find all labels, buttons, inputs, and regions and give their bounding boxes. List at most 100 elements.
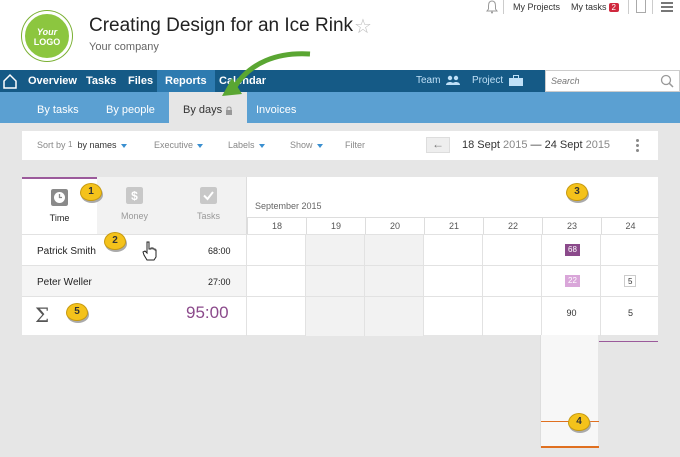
labels-dropdown[interactable]: Labels (228, 140, 265, 150)
home-icon[interactable] (0, 70, 20, 92)
total-cell (305, 297, 364, 336)
bell-icon[interactable] (485, 0, 499, 14)
report-grid: Time $ Money Tasks September 2015 18 19 … (22, 177, 659, 336)
bookmark-icon[interactable] (636, 0, 646, 13)
day-cell[interactable]: 22 (541, 266, 600, 297)
month-label: September 2015 (255, 201, 322, 211)
chevron-down-icon (316, 143, 323, 148)
day-header: 23 (542, 217, 601, 234)
day-cell[interactable] (246, 235, 305, 266)
day-header: 22 (483, 217, 542, 234)
team-icon (446, 75, 461, 85)
filter-bar: Sort by 1 by names Executive Labels Show… (22, 131, 658, 160)
nav-reports[interactable]: Reports (157, 70, 215, 92)
clock-icon (51, 189, 68, 206)
calendar-header: September 2015 18 19 20 21 22 23 24 (246, 177, 659, 234)
hours-chip[interactable]: 22 (565, 275, 580, 287)
checkbox-icon (200, 187, 217, 204)
column-marker (599, 341, 658, 342)
app-header: Your LOGO Creating Design for an Ice Rin… (0, 0, 680, 70)
day-cell[interactable] (482, 235, 541, 266)
briefcase-icon (508, 74, 523, 86)
search-input[interactable] (546, 71, 656, 91)
hamburger-menu-icon[interactable] (661, 2, 673, 14)
tasks-count-badge: 2 (608, 3, 619, 12)
day-cell[interactable] (305, 235, 364, 266)
person-name: Patrick Smith (37, 246, 96, 257)
chevron-down-icon (120, 143, 127, 148)
mode-switcher: Time $ Money Tasks (22, 177, 246, 234)
total-hours: 95:00 (186, 303, 229, 322)
callout-badge: 1 (80, 183, 102, 201)
filter-button[interactable]: Filter (345, 140, 365, 150)
nav-files[interactable]: Files (120, 70, 161, 92)
page-title: Creating Design for an Ice Rink (89, 15, 354, 36)
mode-tasks[interactable]: Tasks (171, 177, 246, 234)
show-dropdown[interactable]: Show (290, 140, 323, 150)
tab-by-tasks[interactable]: By tasks (37, 92, 79, 123)
team-link[interactable]: Team (416, 70, 461, 92)
nav-tasks[interactable]: Tasks (78, 70, 124, 92)
hours-chip[interactable]: 68 (565, 244, 580, 256)
tab-by-people[interactable]: By people (106, 92, 155, 123)
green-arrow-annotation (222, 51, 311, 96)
day-cell[interactable] (423, 235, 482, 266)
divider (628, 0, 629, 14)
my-tasks-link[interactable]: My tasks 2 (571, 2, 619, 12)
day-cell[interactable] (246, 266, 305, 297)
search-box (545, 70, 680, 92)
day-cell[interactable] (364, 235, 423, 266)
chevron-down-icon (258, 143, 265, 148)
total-cell (482, 297, 541, 336)
table-row[interactable]: Peter Weller 27:00 22 5 (22, 265, 658, 297)
total-cell (246, 297, 305, 336)
total-cell (364, 297, 423, 336)
divider (652, 0, 653, 14)
day-total: 90 (566, 308, 577, 318)
day-cell[interactable] (600, 235, 658, 266)
project-link[interactable]: Project (472, 70, 524, 92)
previous-period-button[interactable]: ← (426, 137, 450, 153)
total-cell: 90 (541, 297, 600, 336)
sort-dropdown[interactable]: Sort by 1 by names (37, 140, 127, 150)
hand-cursor-icon (142, 241, 157, 261)
nav-overview[interactable]: Overview (20, 70, 85, 92)
day-cell[interactable]: 5 (600, 266, 658, 297)
company-logo[interactable]: Your LOGO (22, 11, 72, 61)
mode-money[interactable]: $ Money (97, 177, 172, 234)
total-cell (423, 297, 482, 336)
dollar-icon: $ (126, 187, 143, 204)
person-hours: 68:00 (208, 246, 231, 256)
callout-badge: 2 (104, 232, 126, 250)
day-header: 18 (247, 217, 306, 234)
divider (503, 0, 504, 14)
hours-chip[interactable]: 5 (624, 275, 637, 287)
reports-subnav: By tasks By people By days Invoices (0, 92, 680, 123)
day-cell[interactable]: 68 (541, 235, 600, 266)
day-header: 21 (424, 217, 483, 234)
day-header: 20 (365, 217, 424, 234)
day-header: 24 (601, 217, 659, 234)
date-range: 18 Sept 2015 — 24 Sept 2015 (462, 139, 611, 151)
total-cell: 5 (600, 297, 658, 336)
arrow-left-icon: ← (432, 137, 444, 151)
selected-day-column (540, 335, 599, 448)
day-cell[interactable] (364, 266, 423, 297)
chevron-down-icon (197, 143, 204, 148)
favorite-star-icon[interactable]: ☆ (354, 14, 372, 39)
day-cell[interactable] (423, 266, 482, 297)
callout-badge: 5 (66, 303, 88, 321)
day-cell[interactable] (482, 266, 541, 297)
callout-badge: 3 (566, 183, 588, 201)
svg-text:$: $ (131, 189, 138, 203)
more-options-icon[interactable] (636, 139, 639, 154)
person-hours: 27:00 (208, 277, 231, 287)
day-cell[interactable] (305, 266, 364, 297)
search-icon[interactable] (660, 74, 674, 88)
my-projects-link[interactable]: My Projects (513, 2, 560, 12)
column-marker (541, 446, 599, 448)
executive-dropdown[interactable]: Executive (154, 140, 204, 150)
company-name[interactable]: Your company (89, 41, 159, 53)
main-nav: Overview Tasks Files Reports Calendar Te… (0, 70, 680, 92)
callout-badge: 4 (568, 413, 590, 431)
